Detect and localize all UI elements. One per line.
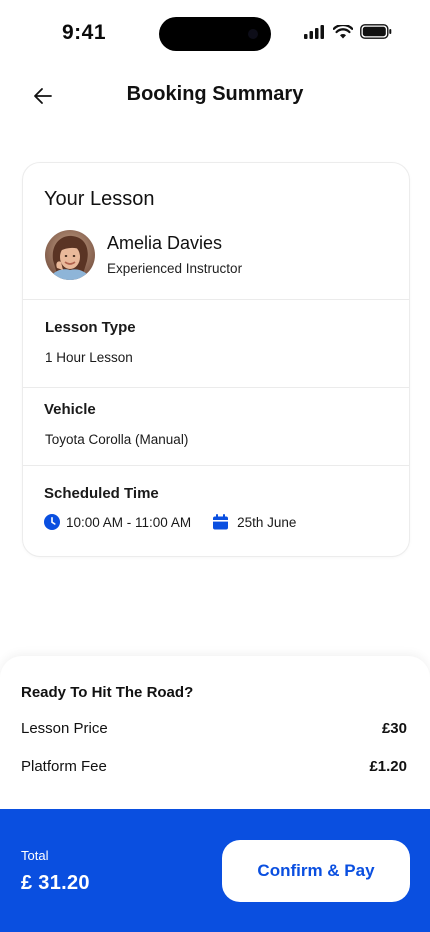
total-bar: Total £ 31.20 Confirm & Pay bbox=[0, 809, 430, 932]
vehicle-value: Toyota Corolla (Manual) bbox=[45, 432, 189, 447]
divider bbox=[23, 465, 409, 466]
signal-icon bbox=[304, 24, 324, 39]
clock-icon bbox=[44, 514, 60, 530]
wifi-icon bbox=[333, 24, 353, 38]
scheduled-time-label: Scheduled Time bbox=[44, 485, 159, 502]
header: Booking Summary bbox=[0, 70, 430, 122]
status-bar: 9:41 bbox=[0, 0, 430, 60]
scheduled-time-row: 10:00 AM - 11:00 AM 25th June bbox=[44, 514, 296, 530]
dynamic-island bbox=[159, 17, 271, 51]
total-label: Total bbox=[21, 848, 49, 863]
lesson-type-value: 1 Hour Lesson bbox=[45, 350, 133, 365]
price-row-lesson: Lesson Price £30 bbox=[21, 720, 407, 737]
vehicle-label: Vehicle bbox=[44, 401, 96, 418]
card-title: Your Lesson bbox=[44, 188, 155, 210]
lesson-type-label: Lesson Type bbox=[45, 319, 136, 336]
divider bbox=[23, 299, 409, 300]
battery-icon bbox=[360, 24, 392, 39]
total-value: £ 31.20 bbox=[21, 872, 90, 894]
summary-title: Ready To Hit The Road? bbox=[21, 684, 194, 701]
instructor-avatar bbox=[45, 230, 95, 280]
price-row-fee: Platform Fee £1.20 bbox=[21, 758, 407, 775]
price-amount: £30 bbox=[381, 720, 407, 737]
status-icons bbox=[304, 24, 392, 39]
divider bbox=[23, 387, 409, 388]
confirm-pay-button[interactable]: Confirm & Pay bbox=[222, 840, 410, 902]
price-amount: £1.20 bbox=[369, 758, 407, 775]
price-label: Platform Fee bbox=[21, 758, 107, 775]
instructor-role: Experienced Instructor bbox=[107, 261, 243, 276]
time-slot: 10:00 AM - 11:00 AM bbox=[44, 514, 191, 530]
status-time: 9:41 bbox=[62, 21, 107, 44]
lesson-card: Your Lesson Amelia Davies Experienced In… bbox=[22, 162, 410, 557]
price-label: Lesson Price bbox=[21, 720, 108, 737]
time-value: 10:00 AM - 11:00 AM bbox=[66, 514, 192, 530]
page-title: Booking Summary bbox=[126, 83, 304, 105]
date-value: 25th June bbox=[237, 514, 297, 530]
date-slot: 25th June bbox=[213, 514, 296, 530]
calendar-icon bbox=[213, 514, 229, 530]
instructor-name: Amelia Davies bbox=[107, 233, 223, 253]
